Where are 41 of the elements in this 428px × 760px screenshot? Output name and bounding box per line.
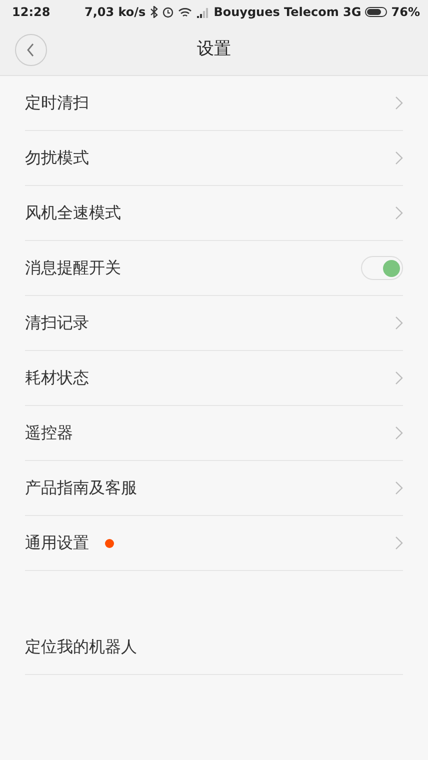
- row-label: 定时清扫: [25, 92, 89, 114]
- battery-icon: [365, 7, 388, 17]
- settings-row[interactable]: 通用设置: [25, 516, 403, 571]
- alarm-icon: [162, 6, 174, 18]
- chevron-icon: [395, 371, 403, 385]
- settings-row[interactable]: 清扫记录: [25, 296, 403, 351]
- row-label: 消息提醒开关: [25, 257, 121, 279]
- chevron-icon: [395, 481, 403, 495]
- settings-row[interactable]: 耗材状态: [25, 351, 403, 406]
- settings-row[interactable]: 定位我的机器人: [25, 620, 403, 675]
- chevron-icon: [395, 151, 403, 165]
- row-label: 耗材状态: [25, 367, 89, 389]
- settings-row[interactable]: 产品指南及客服: [25, 461, 403, 516]
- chevron-icon: [395, 96, 403, 110]
- settings-row[interactable]: 风机全速模式: [25, 186, 403, 241]
- wifi-icon: [178, 6, 192, 18]
- toggle-switch[interactable]: [361, 256, 403, 280]
- bluetooth-icon: [150, 6, 158, 18]
- chevron-icon: [395, 316, 403, 330]
- settings-row[interactable]: 消息提醒开关: [25, 241, 403, 296]
- page-title: 设置: [197, 38, 231, 61]
- row-label: 产品指南及客服: [25, 477, 137, 499]
- chevron-icon: [395, 206, 403, 220]
- settings-row[interactable]: 遥控器: [25, 406, 403, 461]
- back-button[interactable]: [15, 34, 47, 66]
- battery-percent: 76%: [391, 4, 420, 21]
- row-label: 风机全速模式: [25, 202, 121, 224]
- status-time: 12:28: [12, 4, 50, 21]
- settings-row[interactable]: 定时清扫: [25, 76, 403, 131]
- row-label: 通用设置: [25, 532, 89, 554]
- back-icon: [26, 43, 36, 57]
- row-label: 遥控器: [25, 422, 73, 444]
- signal-icon: [196, 6, 210, 18]
- row-label: 清扫记录: [25, 312, 89, 334]
- carrier-name: Bouygues Telecom 3G: [214, 4, 362, 21]
- row-label: 定位我的机器人: [25, 636, 137, 658]
- network-speed: 7,03 ko/s: [84, 4, 146, 21]
- row-label: 勿扰模式: [25, 147, 89, 169]
- chevron-icon: [395, 426, 403, 440]
- settings-row[interactable]: 勿扰模式: [25, 131, 403, 186]
- chevron-icon: [395, 536, 403, 550]
